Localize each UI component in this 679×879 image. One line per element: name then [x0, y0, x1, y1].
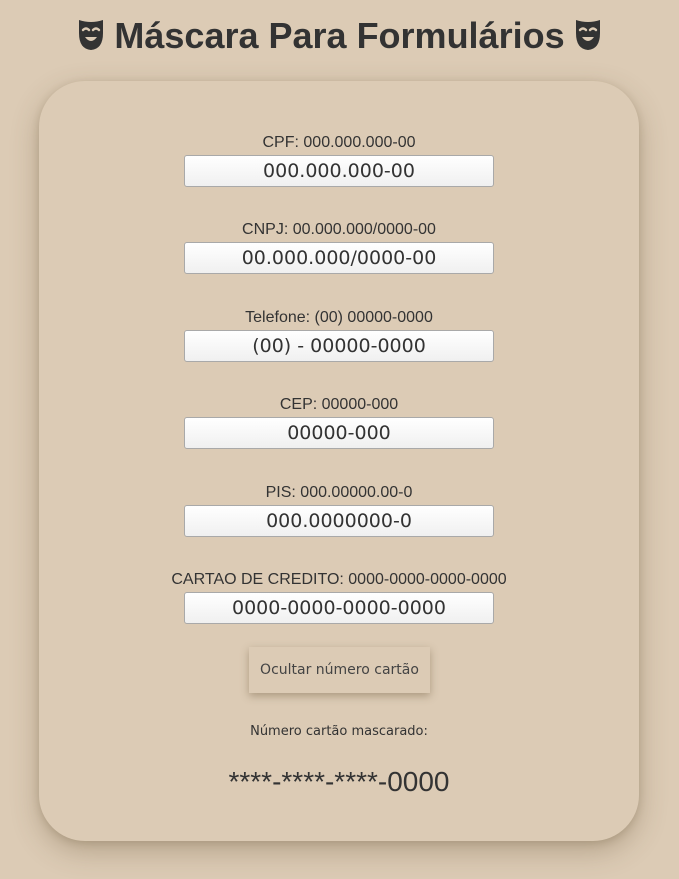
pis-input[interactable] — [184, 505, 494, 537]
theater-mask-icon — [575, 19, 601, 51]
pis-field-group: PIS: 000.00000.00-0 — [39, 484, 639, 537]
form-card: CPF: 000.000.000-00 CNPJ: 00.000.000/000… — [39, 81, 639, 841]
page-title-text: Máscara Para Formulários — [114, 15, 565, 56]
pis-label: PIS: 000.00000.00-0 — [265, 484, 413, 501]
theater-mask-icon — [78, 19, 104, 51]
telefone-input[interactable] — [184, 330, 494, 362]
cnpj-label: CNPJ: 00.000.000/0000-00 — [242, 221, 436, 238]
cpf-input[interactable] — [184, 155, 494, 187]
cpf-label: CPF: 000.000.000-00 — [262, 134, 416, 151]
cartao-input[interactable] — [184, 592, 494, 624]
page-title: Máscara Para Formulários — [0, 14, 679, 58]
cartao-label: CARTAO DE CREDITO: 0000-0000-0000-0000 — [171, 571, 507, 588]
cnpj-field-group: CNPJ: 00.000.000/0000-00 — [39, 221, 639, 274]
cpf-field-group: CPF: 000.000.000-00 — [39, 134, 639, 187]
masked-card-value: ****-****-****-0000 — [228, 766, 450, 797]
cartao-field-group: CARTAO DE CREDITO: 0000-0000-0000-0000 — [39, 571, 639, 624]
cep-input[interactable] — [184, 417, 494, 449]
hide-card-number-button[interactable]: Ocultar número cartão — [249, 647, 430, 693]
masked-card-label: Número cartão mascarado: — [250, 724, 428, 739]
cep-field-group: CEP: 00000-000 — [39, 396, 639, 449]
cep-label: CEP: 00000-000 — [279, 396, 399, 413]
cnpj-input[interactable] — [184, 242, 494, 274]
telefone-field-group: Telefone: (00) 00000-0000 — [39, 309, 639, 362]
telefone-label: Telefone: (00) 00000-0000 — [245, 309, 433, 326]
